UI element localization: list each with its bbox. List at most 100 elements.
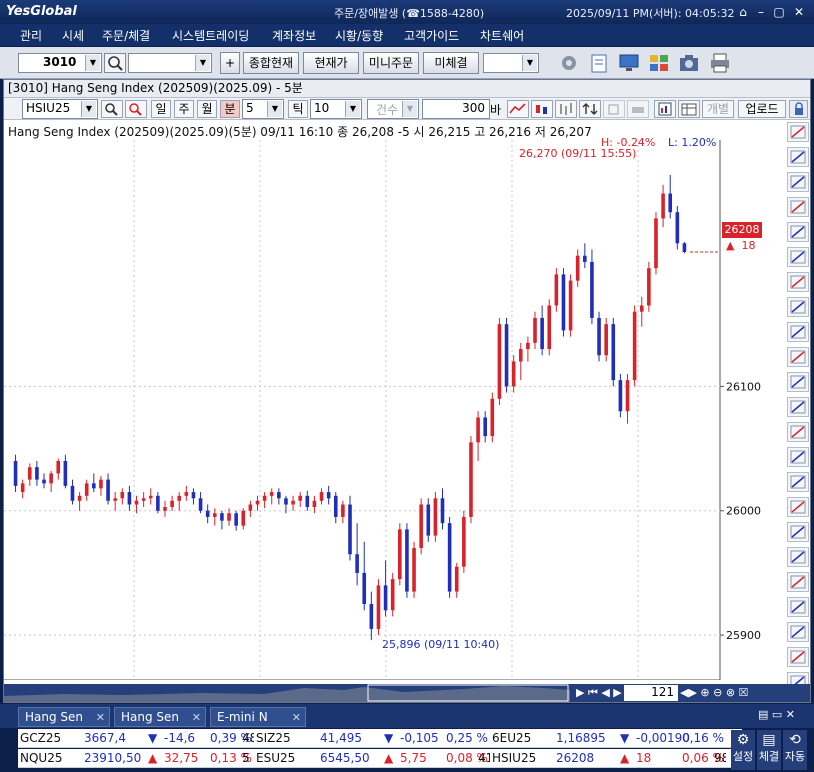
bar-count-input[interactable]: 300 [422, 99, 490, 119]
candlestick-chart[interactable]: 2590026000261003:3009/1102:0004:0012:101… [4, 140, 778, 680]
minimize-icon[interactable]: – [752, 4, 770, 20]
period-week-button[interactable]: 주 [174, 100, 194, 118]
chevron-down-icon[interactable]: ▼ [402, 101, 417, 117]
menu-market[interactable]: 시황/동향 [335, 27, 383, 44]
tick-button[interactable]: 틱 [288, 100, 308, 118]
ticker-symbol[interactable]: NQU25 [20, 751, 62, 765]
gear-icon[interactable] [557, 52, 581, 74]
window-controls-small[interactable]: ▤ ▭ ✕ [758, 708, 795, 721]
interval-combo[interactable]: 5 ▼ [242, 99, 284, 119]
symbol-combo[interactable]: HSIU25 ▼ [22, 99, 98, 119]
fibo-fan-tool-icon[interactable] [787, 447, 809, 467]
chevron-down-icon[interactable]: ▼ [81, 101, 96, 117]
overview-button[interactable]: 종합현재 [243, 52, 299, 74]
copy-icon[interactable] [603, 100, 625, 118]
monitor-icon[interactable] [617, 52, 641, 74]
screen-list-combo[interactable]: ▼ [483, 53, 539, 73]
hline-tool-icon[interactable] [787, 297, 809, 317]
fork-tool-icon[interactable] [787, 647, 809, 667]
gann-tool-icon[interactable] [787, 472, 809, 492]
ray-tool-icon[interactable] [787, 347, 809, 367]
tab-hang-seng-2[interactable]: Hang Sen ✕ [114, 707, 206, 727]
visible-bars-input[interactable]: 121 [624, 685, 678, 701]
single-button[interactable]: 개별 [702, 100, 734, 118]
table-icon[interactable] [678, 100, 700, 118]
period-minute-button[interactable]: 분 [220, 100, 240, 118]
chevron-down-icon[interactable]: ▼ [267, 101, 282, 117]
tab-emini[interactable]: E-mini N ✕ [210, 707, 306, 727]
print-icon[interactable] [627, 100, 649, 118]
close-icon[interactable]: ✕ [96, 708, 105, 727]
ticker-symbol[interactable]: HSIU25 [492, 751, 536, 765]
updown-icon[interactable] [579, 100, 601, 118]
candle-tool-icon[interactable] [787, 147, 809, 167]
brush-tool-icon[interactable] [787, 572, 809, 592]
pattern-tool-icon[interactable] [787, 522, 809, 542]
tick-combo[interactable]: 10 ▼ [310, 99, 362, 119]
line-chart-icon[interactable] [507, 100, 529, 118]
menu-manage[interactable]: 관리 [20, 27, 42, 44]
menu-quotes[interactable]: 시세 [62, 27, 84, 44]
period-day-button[interactable]: 일 [151, 100, 171, 118]
ticker-symbol[interactable]: SIZ25 [256, 731, 291, 745]
chevron-down-icon[interactable]: ▼ [85, 55, 100, 71]
chevron-down-icon[interactable]: ▼ [522, 55, 537, 71]
text-tool-icon[interactable] [787, 622, 809, 642]
angle-tool-icon[interactable] [787, 547, 809, 567]
tab-hang-seng-1[interactable]: Hang Sen ✕ [18, 707, 110, 727]
ticker-symbol[interactable]: GCZ25 [20, 731, 61, 745]
search-red-icon[interactable] [125, 100, 147, 118]
mini-order-button[interactable]: 미니주문 [363, 52, 419, 74]
fills-button[interactable]: ▤ 체결 [757, 730, 781, 770]
zoom-icons[interactable]: ◀▶ ⊕ ⊖ ⊗ ☒ [680, 686, 748, 699]
add-screen-button[interactable]: + [220, 52, 240, 74]
cross-tool-icon[interactable] [787, 197, 809, 217]
screen-number-combo[interactable]: 3010 ▼ [18, 53, 102, 73]
auto-button[interactable]: ⟲ 자동 [783, 730, 807, 770]
wave-tool-icon[interactable] [787, 247, 809, 267]
bar-chart-icon[interactable] [555, 100, 577, 118]
unfilled-button[interactable]: 미체결 [423, 52, 479, 74]
speed-tool-icon[interactable] [787, 597, 809, 617]
close-icon[interactable]: ✕ [790, 4, 808, 20]
chevron-down-icon[interactable]: ▼ [345, 101, 360, 117]
home-icon[interactable]: ⌂ [734, 4, 752, 20]
menu-account[interactable]: 계좌정보 [272, 27, 316, 44]
screen-search-combo[interactable]: ▼ [128, 53, 212, 73]
pointer-tool-icon[interactable] [787, 172, 809, 192]
candle-chart-icon[interactable] [531, 100, 553, 118]
menu-guide[interactable]: 고객가이드 [404, 27, 459, 44]
maximize-icon[interactable]: ▢ [770, 4, 788, 20]
layout-grid-icon[interactable] [647, 52, 671, 74]
close-icon[interactable]: ✕ [192, 708, 201, 727]
current-price-button[interactable]: 현재가 [303, 52, 359, 74]
count-combo[interactable]: 건수 ▼ [367, 99, 419, 119]
pin-tool-icon[interactable] [787, 122, 809, 142]
close-icon[interactable]: ✕ [292, 708, 301, 727]
channel-tool-icon[interactable] [787, 397, 809, 417]
search-icon[interactable] [104, 53, 126, 73]
ellipse-tool-icon[interactable] [787, 222, 809, 242]
menu-orders[interactable]: 주문/체결 [102, 27, 150, 44]
fibo-tool-icon[interactable] [787, 422, 809, 442]
ticker-symbol[interactable]: 6EU25 [492, 731, 531, 745]
volume-overview[interactable] [4, 684, 570, 702]
period-month-button[interactable]: 월 [197, 100, 217, 118]
menu-system-trading[interactable]: 시스템트레이딩 [172, 27, 249, 44]
vline-tool-icon[interactable] [787, 322, 809, 342]
settings-button[interactable]: ⚙ 설정 [731, 730, 755, 770]
menu-chart-share[interactable]: 차트쉐어 [480, 27, 524, 44]
search-icon[interactable] [101, 100, 123, 118]
scroll-nav-icons[interactable]: ▶ ⏮ ◀ ▶ [576, 686, 622, 700]
chevron-down-icon[interactable]: ▼ [195, 55, 210, 71]
arrow-tool-icon[interactable] [787, 372, 809, 392]
camera-icon[interactable] [677, 52, 701, 74]
trend-line-tool-icon[interactable] [787, 272, 809, 292]
chart-doc-icon[interactable] [654, 100, 676, 118]
ticker-symbol[interactable]: ESU25 [256, 751, 295, 765]
lock-icon[interactable] [789, 100, 808, 118]
upload-button[interactable]: 업로드 [738, 100, 786, 118]
printer-icon[interactable] [708, 52, 732, 74]
document-icon[interactable] [587, 52, 611, 74]
cycle-tool-icon[interactable] [787, 497, 809, 517]
